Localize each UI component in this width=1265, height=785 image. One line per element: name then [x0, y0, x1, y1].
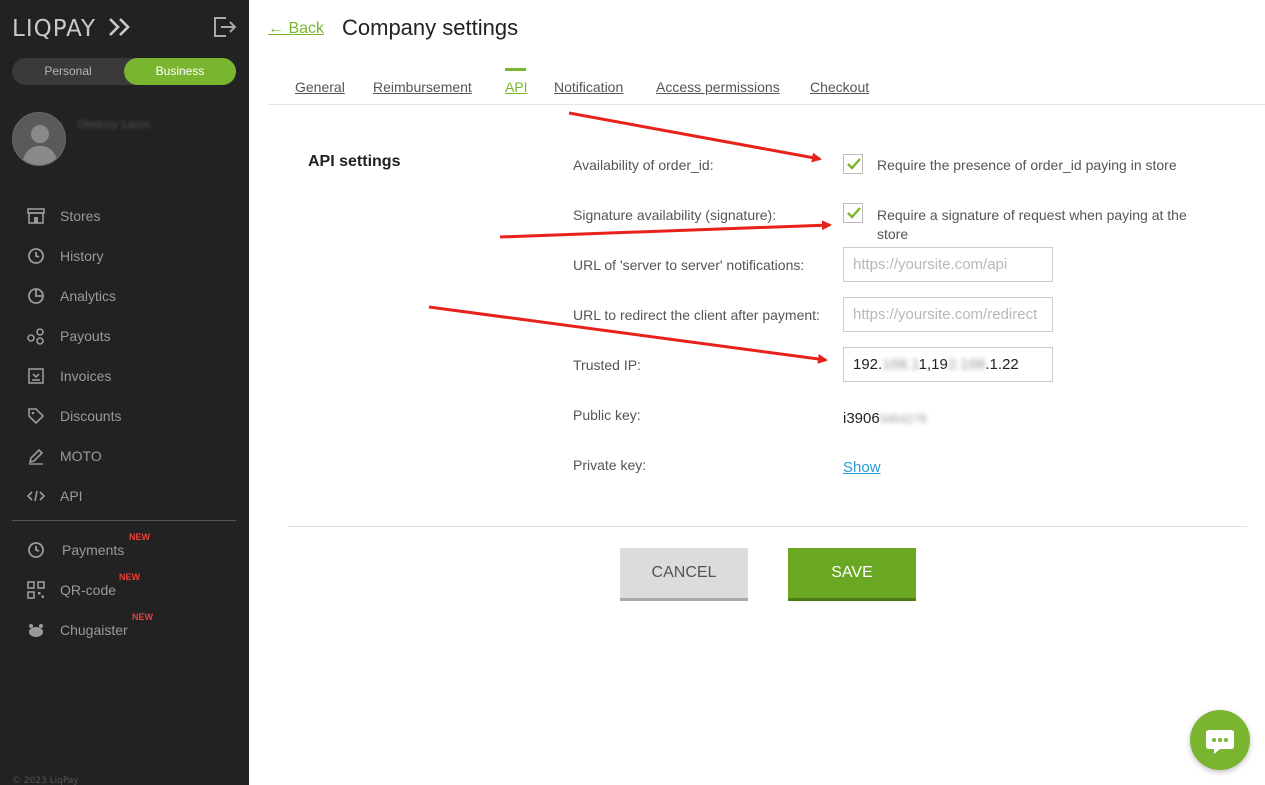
- nav-item-payouts[interactable]: Payouts: [24, 316, 234, 356]
- ip-part: .1.22: [985, 356, 1019, 373]
- payments-icon: [24, 538, 48, 562]
- order-id-checkbox[interactable]: [843, 154, 863, 174]
- arrow-to-signature: [499, 220, 832, 239]
- redirect-url-input[interactable]: [843, 297, 1053, 332]
- nav-item-chugaister[interactable]: Chugaister NEW: [24, 610, 234, 650]
- order-id-label: Availability of order_id:: [573, 157, 714, 173]
- nav-item-stores[interactable]: Stores: [24, 196, 234, 236]
- back-link[interactable]: ← Back: [268, 20, 324, 38]
- invoice-icon: [24, 364, 48, 388]
- signature-text: Require a signature of request when payi…: [877, 207, 1187, 242]
- qr-code-icon: [24, 578, 48, 602]
- new-badge: NEW: [129, 532, 150, 542]
- sidebar: LIQPAY Personal Business Oleksiy Lasin S…: [0, 0, 249, 785]
- main-nav: Stores History Analytics Payouts Invoice…: [24, 196, 234, 516]
- nav-item-moto[interactable]: MOTO: [24, 436, 234, 476]
- order-id-text: Require the presence of order_id paying …: [877, 157, 1177, 173]
- trusted-ip-input[interactable]: 192.168.11,192.168.1.22: [843, 347, 1053, 382]
- nav-label: Chugaister: [60, 622, 128, 638]
- avatar[interactable]: [12, 112, 66, 166]
- ip-part-hidden: 168.1: [882, 356, 919, 373]
- checkmark-icon: [847, 158, 861, 170]
- tab-reimbursement[interactable]: Reimbursement: [373, 79, 472, 95]
- nav-item-discounts[interactable]: Discounts: [24, 396, 234, 436]
- server-url-input[interactable]: [843, 247, 1053, 282]
- new-badge: NEW: [119, 572, 140, 582]
- tab-notification[interactable]: Notification: [554, 79, 623, 95]
- save-button[interactable]: SAVE: [788, 548, 916, 601]
- toggle-personal[interactable]: Personal: [12, 58, 124, 85]
- nav-label: Analytics: [60, 288, 117, 304]
- logo-row: LIQPAY: [12, 14, 237, 46]
- nav-label: Stores: [60, 208, 101, 224]
- ip-part: 192.: [853, 356, 883, 373]
- ip-part: 1,19: [918, 356, 948, 373]
- logo-chevron-icon: [109, 18, 131, 36]
- pen-icon: [24, 444, 48, 468]
- nav-label: Payments: [62, 542, 125, 558]
- nav-label: Discounts: [60, 408, 122, 424]
- logout-icon[interactable]: [211, 14, 237, 40]
- chugaister-icon: [24, 618, 48, 642]
- public-key-hidden: 0454279: [879, 412, 927, 426]
- tab-access-permissions[interactable]: Access permissions: [656, 79, 780, 95]
- nav-label: Invoices: [60, 368, 112, 384]
- settings-tabs: General Reimbursement API Notification A…: [268, 68, 1265, 105]
- copyright: © 2023 LiqPay: [12, 776, 79, 785]
- code-icon: [24, 484, 48, 508]
- arrow-to-order-id: [568, 111, 822, 163]
- username: Oleksiy Lasin: [78, 118, 151, 131]
- tab-general[interactable]: General: [295, 79, 345, 95]
- trusted-ip-label: Trusted IP:: [573, 357, 641, 373]
- nav-label: History: [60, 248, 104, 264]
- account-type-toggle[interactable]: Personal Business: [12, 58, 236, 85]
- chat-button[interactable]: [1190, 710, 1250, 770]
- ip-part-hidden: 2.168: [947, 356, 986, 373]
- checkmark-icon: [847, 207, 861, 219]
- nav-label: API: [60, 488, 83, 504]
- nav-divider: [12, 520, 236, 521]
- pie-chart-icon: [24, 284, 48, 308]
- nav-label: QR-code: [60, 582, 117, 598]
- public-key-label: Public key:: [573, 407, 641, 423]
- new-badge: NEW: [132, 612, 153, 622]
- form-divider: [288, 526, 1247, 527]
- nav-item-history[interactable]: History: [24, 236, 234, 276]
- signature-checkbox[interactable]: [843, 203, 863, 223]
- toggle-business[interactable]: Business: [124, 58, 236, 85]
- tab-api[interactable]: API: [505, 79, 528, 95]
- nav-item-qr-code[interactable]: QR-code NEW: [24, 570, 234, 610]
- section-title: API settings: [308, 153, 401, 170]
- store-icon: [24, 204, 48, 228]
- active-tab-marker: [505, 68, 526, 71]
- history-icon: [24, 244, 48, 268]
- logo-text: LIQPAY: [12, 16, 97, 42]
- nav-item-api[interactable]: API: [24, 476, 234, 516]
- signature-label: Signature availability (signature):: [573, 207, 777, 223]
- nav-item-payments[interactable]: Payments NEW: [24, 530, 234, 570]
- server-url-label: URL of 'server to server' notifications:: [573, 257, 805, 273]
- chat-icon: [1206, 730, 1234, 754]
- payouts-icon: [24, 324, 48, 348]
- public-key-value: i39060454279: [843, 410, 926, 427]
- user-silhouette-icon: [22, 125, 58, 165]
- cancel-button[interactable]: CANCEL: [620, 548, 748, 601]
- show-private-key-link[interactable]: Show: [843, 459, 881, 476]
- nav-label: MOTO: [60, 448, 102, 464]
- redirect-url-label: URL to redirect the client after payment…: [573, 307, 820, 323]
- private-key-label: Private key:: [573, 457, 647, 473]
- nav-label: Payouts: [60, 328, 111, 344]
- liqpay-logo[interactable]: LIQPAY: [12, 16, 134, 42]
- tab-checkout[interactable]: Checkout: [810, 79, 869, 95]
- nav-item-analytics[interactable]: Analytics: [24, 276, 234, 316]
- secondary-nav: Payments NEW QR-code NEW Chugaister NEW: [24, 530, 234, 650]
- public-key-prefix: i3906: [843, 410, 880, 427]
- nav-item-invoices[interactable]: Invoices: [24, 356, 234, 396]
- page-title: Company settings: [342, 15, 519, 40]
- tag-icon: [24, 404, 48, 428]
